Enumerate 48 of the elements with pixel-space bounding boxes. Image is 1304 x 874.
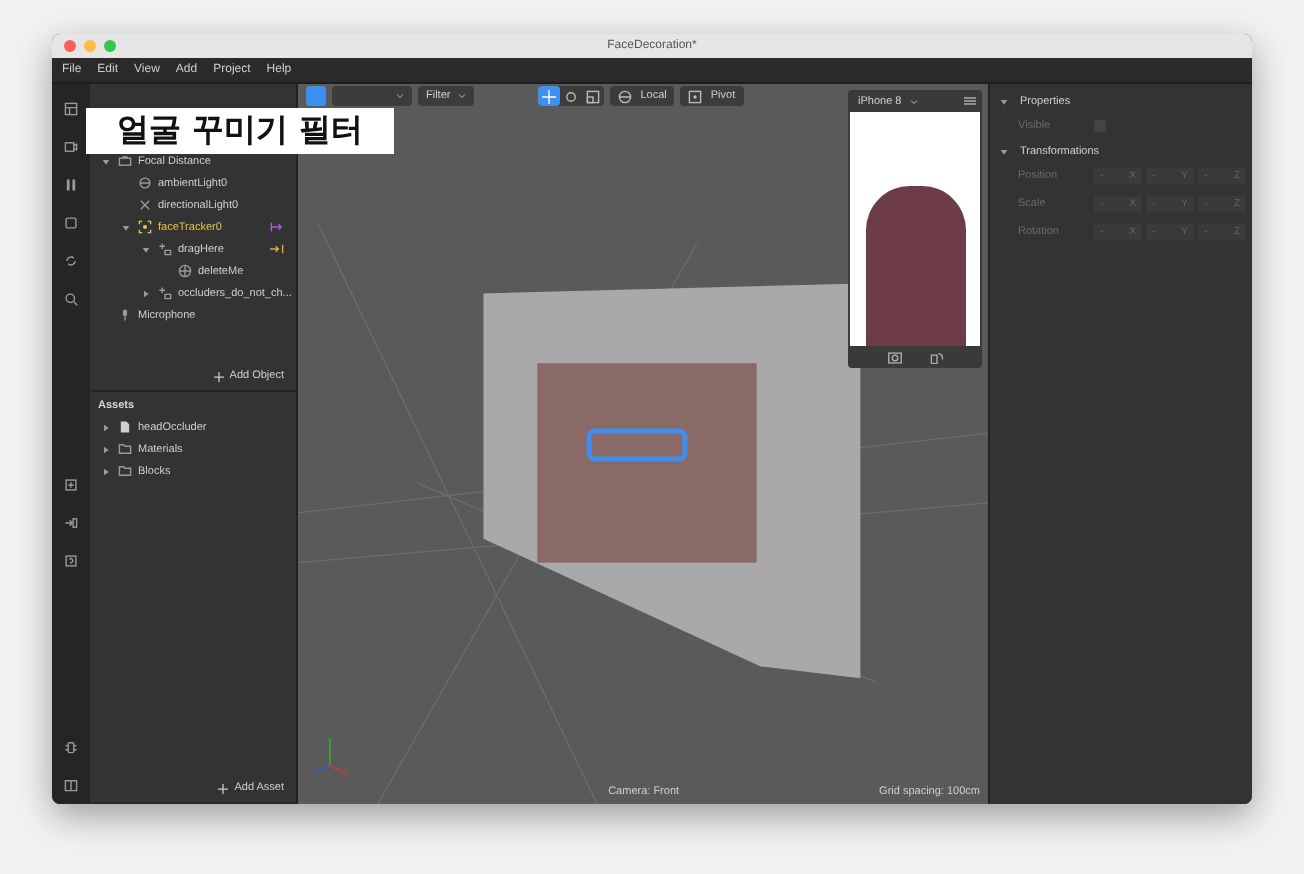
rotate-icon [564,89,579,103]
import-icon[interactable] [64,516,78,530]
expand-caret-icon [1000,147,1008,155]
video-camera-icon[interactable] [64,140,78,154]
microphone-icon [118,308,132,322]
caret-icon [396,92,404,100]
menu-icon[interactable] [964,96,976,106]
caret-icon [458,92,467,100]
bug-icon[interactable] [64,740,78,754]
add-file-icon[interactable] [64,478,78,492]
square-icon[interactable] [64,216,78,230]
expand-caret-icon[interactable] [142,245,150,253]
globe-icon [618,89,633,103]
expand-caret-icon [1000,97,1008,105]
move-tool-button[interactable] [538,86,561,106]
help-icon[interactable] [64,554,78,568]
layout-icon[interactable] [64,102,78,116]
axis-gizmo-icon [312,737,349,776]
book-icon[interactable] [64,778,78,792]
collapsed-caret-icon[interactable] [102,467,110,475]
mesh-icon [178,264,192,278]
glasses-drawing [586,428,688,462]
pivot-icon [688,89,703,103]
expand-caret-icon[interactable] [122,223,130,231]
scale-tool-button[interactable] [582,86,605,106]
caption-banner: 얼굴 꾸미기 필터 [86,108,394,154]
null-object-icon [158,242,172,256]
camera-switch-icon[interactable] [887,351,901,363]
light-icon [138,176,152,190]
rotate-device-icon[interactable] [929,351,943,363]
directional-light-icon [138,198,152,212]
search-icon[interactable] [64,292,78,306]
collapsed-caret-icon[interactable] [102,445,110,453]
null-object-icon [158,286,172,300]
file-icon [118,420,132,434]
face-tracker-icon [138,220,152,234]
plus-icon [213,371,224,381]
caret-icon [909,97,918,105]
pause-icon[interactable] [64,178,78,192]
arrow-icon [270,222,284,232]
plus-icon [218,783,229,793]
camera-icon [118,154,132,168]
collapsed-caret-icon[interactable] [142,289,150,297]
move-icon [542,89,557,103]
arrow-icon [270,244,284,254]
collapsed-caret-icon[interactable] [102,423,110,431]
refresh-icon[interactable] [64,254,78,268]
scale-icon [586,89,601,103]
